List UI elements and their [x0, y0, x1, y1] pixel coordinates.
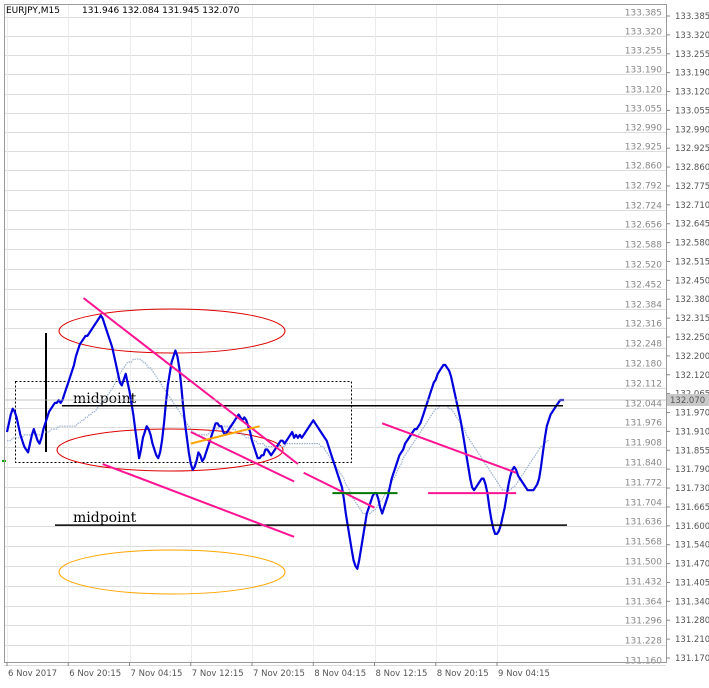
x-tick-label: 8 Nov 04:15: [314, 669, 366, 679]
level-label: 131.704: [625, 499, 662, 509]
level-label: 131.976: [625, 419, 662, 429]
y-tick-label: 131.170: [675, 654, 709, 664]
y-tick-label: 131.730: [675, 484, 709, 494]
chart-ohlc-label: 131.946 132.084 131.945 132.070: [82, 6, 240, 16]
y-tick-label: 132.200: [675, 352, 709, 362]
price-chart: midpoint midpoint 133.385 133.320 133.255 13…: [0, 0, 709, 684]
midpoint-label: midpoint: [73, 391, 137, 407]
x-tick-label: 7 Nov 20:15: [253, 669, 305, 679]
y-tick-label: 132.645: [675, 220, 709, 230]
y-tick-label: 133.385: [675, 12, 709, 22]
level-label: 133.190: [625, 66, 662, 76]
y-tick-label: 131.470: [675, 560, 709, 570]
x-tick-label: 7 Nov 04:15: [131, 669, 183, 679]
level-label: 131.568: [625, 538, 662, 548]
y-tick-label: 133.120: [675, 88, 709, 98]
chart-symbol-label: EURJPY,M15: [6, 6, 60, 16]
x-tick-label: 8 Nov 12:15: [376, 669, 428, 679]
y-tick-label: 132.380: [675, 295, 709, 305]
level-label: 132.112: [625, 380, 662, 390]
y-tick-label: 131.405: [675, 578, 709, 588]
price-tag-label: 132.070: [670, 396, 705, 406]
y-tick-label: 131.280: [675, 616, 709, 626]
y-tick-label: 131.855: [675, 446, 709, 456]
y-tick-label: 132.120: [675, 371, 709, 381]
midpoint-label: midpoint: [73, 510, 137, 526]
level-label: 132.520: [625, 261, 662, 271]
y-tick-label: 131.210: [675, 635, 709, 645]
y-tick-label: 133.255: [675, 50, 709, 60]
level-label: 132.588: [625, 241, 662, 251]
y-tick-label: 133.320: [675, 31, 709, 41]
y-tick-label: 133.190: [675, 69, 709, 79]
level-label: 132.180: [625, 360, 662, 370]
y-tick-label: 132.580: [675, 239, 709, 249]
y-tick-label: 131.665: [675, 503, 709, 513]
y-tick-label: 133.055: [675, 106, 709, 116]
y-tick-label: 132.860: [675, 163, 709, 173]
x-tick-label: 7 Nov 12:15: [192, 669, 244, 679]
y-tick-label: 131.600: [675, 522, 709, 532]
x-tick-label: 8 Nov 20:15: [437, 669, 489, 679]
level-label: 131.908: [625, 439, 662, 449]
level-label: 131.840: [625, 459, 662, 469]
level-label: 132.248: [625, 340, 662, 350]
level-label: 131.296: [625, 617, 662, 627]
level-label: 132.925: [625, 143, 662, 153]
level-label: 131.228: [625, 637, 662, 647]
chart-container: midpoint midpoint 133.385 133.320 133.255 13…: [0, 0, 709, 684]
y-tick-label: 132.250: [675, 333, 709, 343]
level-label: 132.990: [625, 124, 662, 134]
level-label: 131.500: [625, 558, 662, 568]
level-label: 133.385: [625, 9, 662, 19]
level-label: 132.384: [625, 301, 662, 311]
x-tick-label: 6 Nov 2017: [8, 669, 57, 679]
y-tick-label: 131.910: [675, 427, 709, 437]
y-tick-label: 132.925: [675, 144, 709, 154]
level-label: 132.792: [625, 182, 662, 192]
y-tick-label: 132.990: [675, 125, 709, 135]
y-tick-label: 131.340: [675, 597, 709, 607]
y-tick-label: 132.450: [675, 276, 709, 286]
level-label: 132.860: [625, 162, 662, 172]
level-label: 131.160: [625, 657, 662, 667]
level-label: 132.044: [625, 400, 662, 410]
level-label: 133.320: [625, 28, 662, 38]
level-label: 133.055: [625, 105, 662, 115]
y-tick-label: 131.790: [675, 465, 709, 475]
level-label: 132.656: [625, 221, 662, 231]
level-label: 133.255: [625, 47, 662, 57]
y-tick-label: 132.775: [675, 182, 709, 192]
x-tick-label: 6 Nov 20:15: [69, 669, 121, 679]
chart-background: [0, 0, 709, 684]
level-label: 131.772: [625, 479, 662, 489]
level-label: 131.636: [625, 518, 662, 528]
y-tick-label: 132.515: [675, 257, 709, 267]
level-label: 133.120: [625, 86, 662, 96]
x-tick-label: 9 Nov 04:15: [498, 669, 550, 679]
level-label: 131.364: [625, 598, 662, 608]
y-tick-label: 132.315: [675, 314, 709, 324]
level-label: 132.724: [625, 202, 662, 212]
y-tick-label: 131.970: [675, 409, 709, 419]
y-tick-label: 132.710: [675, 201, 709, 211]
y-tick-label: 131.540: [675, 541, 709, 551]
level-label: 131.432: [625, 578, 662, 588]
level-label: 132.452: [625, 281, 662, 291]
level-label: 132.316: [625, 320, 662, 330]
